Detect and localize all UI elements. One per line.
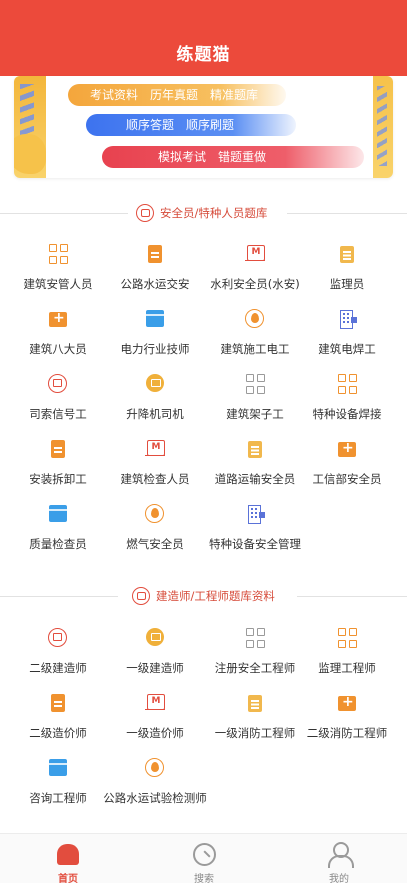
category-item[interactable]: 建筑电焊工 bbox=[296, 309, 398, 371]
section-header-engineer: 建造师/工程师题库资料 bbox=[0, 586, 407, 608]
category-item[interactable]: 升降机司机 bbox=[104, 374, 206, 436]
category-label: 工信部安全员 bbox=[312, 472, 382, 486]
bottom-tab-bar: 首页 搜索 我的 bbox=[0, 833, 407, 883]
category-label: 公路水运试验检测师 bbox=[103, 791, 207, 805]
category-item[interactable]: 公路水运交安 bbox=[104, 244, 206, 306]
fire-icon bbox=[145, 758, 165, 778]
meter-icon bbox=[245, 244, 265, 264]
grid-icon bbox=[245, 374, 265, 394]
category-item[interactable]: 建筑施工电工 bbox=[204, 309, 306, 371]
category-item[interactable]: 二级建造师 bbox=[7, 628, 109, 690]
category-item[interactable]: 一级消防工程师 bbox=[204, 693, 306, 755]
category-item[interactable]: 特种设备安全管理 bbox=[204, 504, 306, 566]
banner-text: 历年真题 bbox=[150, 88, 199, 102]
document-icon bbox=[48, 439, 68, 459]
document-icon bbox=[145, 244, 165, 264]
category-item[interactable]: 水利安全员(水安) bbox=[204, 244, 306, 306]
clipboard-icon bbox=[245, 693, 265, 713]
user-icon bbox=[327, 842, 354, 868]
leaf-decoration-icon bbox=[373, 76, 393, 178]
elevator-icon bbox=[145, 374, 165, 394]
category-item[interactable]: 安装拆卸工 bbox=[7, 439, 109, 501]
tab-label: 我的 bbox=[329, 874, 349, 883]
medkit-icon bbox=[337, 439, 357, 459]
banner-text: 考试资料 bbox=[90, 88, 139, 102]
fire-icon bbox=[145, 504, 165, 524]
category-item[interactable]: 道路运输安全员 bbox=[204, 439, 306, 501]
banner-pill-materials: 考试资料 历年真题 精准题库 bbox=[68, 84, 286, 106]
category-label: 监理员 bbox=[329, 277, 365, 291]
elevator-icon bbox=[145, 628, 165, 648]
meter-icon bbox=[145, 439, 165, 459]
category-item[interactable]: 司索信号工 bbox=[7, 374, 109, 436]
search-icon bbox=[192, 842, 216, 866]
grid-icon bbox=[337, 628, 357, 648]
category-item[interactable]: 监理工程师 bbox=[296, 628, 398, 690]
category-item[interactable]: 建筑八大员 bbox=[7, 309, 109, 371]
category-item[interactable]: 建筑安管人员 bbox=[7, 244, 109, 306]
category-label: 二级消防工程师 bbox=[306, 726, 388, 740]
signal-icon bbox=[48, 628, 68, 648]
category-item[interactable]: 咨询工程师 bbox=[7, 758, 109, 820]
meter-icon bbox=[145, 693, 165, 713]
medkit-icon bbox=[337, 693, 357, 713]
category-item[interactable]: 公路水运试验检测师 bbox=[103, 758, 207, 820]
tab-search[interactable]: 搜索 bbox=[164, 840, 244, 883]
grid-icon bbox=[245, 628, 265, 648]
folder-icon bbox=[145, 309, 165, 329]
category-item[interactable]: 质量检查员 bbox=[7, 504, 109, 566]
category-item[interactable]: 电力行业技师 bbox=[104, 309, 206, 371]
category-item[interactable]: 注册安全工程师 bbox=[204, 628, 306, 690]
clipboard-icon bbox=[337, 244, 357, 264]
signal-icon bbox=[48, 374, 68, 394]
category-item[interactable]: 建筑检查人员 bbox=[104, 439, 206, 501]
banner-text: 精准题库 bbox=[210, 88, 259, 102]
header-bar: 练题猫 bbox=[0, 0, 407, 76]
category-item[interactable]: 一级造价师 bbox=[104, 693, 206, 755]
category-item[interactable]: 燃气安全员 bbox=[104, 504, 206, 566]
home-icon bbox=[56, 842, 80, 866]
fire-icon bbox=[245, 309, 265, 329]
banner-text: 顺序刷题 bbox=[186, 118, 235, 132]
tab-label: 搜索 bbox=[194, 874, 214, 883]
tab-label: 首页 bbox=[58, 874, 78, 883]
banner-text: 错题重做 bbox=[218, 150, 267, 164]
section-badge-icon bbox=[132, 587, 150, 605]
tab-home[interactable]: 首页 bbox=[28, 840, 108, 883]
leaf-decoration-icon bbox=[14, 76, 46, 178]
category-label: 建筑电焊工 bbox=[318, 342, 376, 356]
banner-text: 模拟考试 bbox=[158, 150, 207, 164]
folder-icon bbox=[48, 504, 68, 524]
section-title: 安全员/特种人员题库 bbox=[160, 206, 268, 220]
category-item[interactable]: 特种设备焊接 bbox=[296, 374, 398, 436]
document-icon bbox=[48, 693, 68, 713]
grid-icon bbox=[48, 244, 68, 264]
building-icon bbox=[245, 504, 265, 524]
category-label: 监理工程师 bbox=[318, 661, 376, 675]
folder-icon bbox=[48, 758, 68, 778]
section-badge-icon bbox=[136, 204, 154, 222]
banner-text: 顺序答题 bbox=[126, 118, 175, 132]
grid-icon bbox=[337, 374, 357, 394]
category-item[interactable]: 监理员 bbox=[296, 244, 398, 306]
banner-pill-mock: 模拟考试 错题重做 bbox=[102, 146, 364, 168]
carousel-indicator bbox=[182, 172, 216, 176]
tab-mine[interactable]: 我的 bbox=[299, 840, 379, 883]
banner-pill-order: 顺序答题 顺序刷题 bbox=[86, 114, 296, 136]
category-item[interactable]: 二级消防工程师 bbox=[296, 693, 398, 755]
section-header-safety: 安全员/特种人员题库 bbox=[0, 203, 407, 225]
clipboard-icon bbox=[245, 439, 265, 459]
category-label: 特种设备焊接 bbox=[312, 407, 382, 421]
category-item[interactable]: 二级造价师 bbox=[7, 693, 109, 755]
app-root: 练题猫 考试资料 历年真题 精准题库 顺序答题 顺序刷题 模拟考试 错题重做 安全员/特… bbox=[0, 0, 407, 883]
category-label: 特种设备安全管理 bbox=[209, 537, 301, 551]
app-title: 练题猫 bbox=[176, 45, 231, 65]
medkit-icon bbox=[48, 309, 68, 329]
section-title: 建造师/工程师题库资料 bbox=[156, 589, 275, 603]
category-item[interactable]: 建筑架子工 bbox=[204, 374, 306, 436]
category-item[interactable]: 工信部安全员 bbox=[296, 439, 398, 501]
building-icon bbox=[337, 309, 357, 329]
banner-carousel[interactable]: 考试资料 历年真题 精准题库 顺序答题 顺序刷题 模拟考试 错题重做 bbox=[14, 76, 393, 178]
category-item[interactable]: 一级建造师 bbox=[104, 628, 206, 690]
